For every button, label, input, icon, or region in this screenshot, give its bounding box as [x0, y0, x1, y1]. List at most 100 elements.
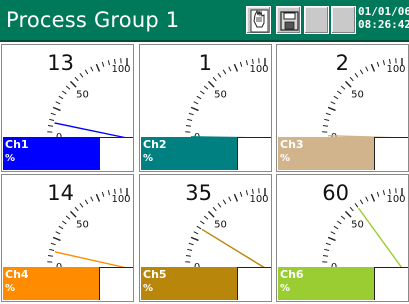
- scale-label-100: 100: [249, 64, 268, 75]
- save-icon: [280, 11, 299, 31]
- gauge-tick: [327, 236, 336, 242]
- gauge-tick: [185, 124, 192, 127]
- gauge-tick: [61, 220, 67, 225]
- scale-label-50: 50: [214, 219, 227, 230]
- channel-panel-ch4[interactable]: 05010014Ch4%: [1, 174, 134, 302]
- channel-name: Ch3: [280, 138, 304, 151]
- gauge-tick: [188, 112, 194, 116]
- scale-label-50: 50: [351, 219, 364, 230]
- gauge-needle: [357, 207, 403, 269]
- gauge-tick: [107, 190, 110, 196]
- gauge-tick: [95, 63, 101, 72]
- gauge-tick: [354, 202, 359, 208]
- gauge-tick: [47, 254, 54, 257]
- channel-panel-ch5[interactable]: 05010035Ch5%: [139, 174, 272, 302]
- channel-unit: %: [280, 153, 291, 164]
- gauge-tick: [193, 231, 199, 235]
- gauge-tick: [222, 199, 227, 205]
- channel-label-block: Ch4%: [3, 267, 99, 300]
- channel-unit: %: [280, 283, 291, 294]
- gauge-tick: [330, 101, 336, 105]
- function-button-2[interactable]: [331, 6, 356, 34]
- gauge-tick: [222, 69, 227, 75]
- gauge-tick: [74, 76, 79, 82]
- scale-label-50: 50: [214, 89, 227, 100]
- gauge-tick: [333, 95, 339, 100]
- channel-panel-ch6[interactable]: 05010060Ch6%: [276, 174, 409, 302]
- gauge-tick: [65, 85, 71, 90]
- gauge-tick: [228, 196, 232, 202]
- gauge-tick: [239, 61, 243, 67]
- gauge-tick: [233, 63, 239, 72]
- channel-unit: %: [143, 153, 154, 164]
- gauge-tick: [359, 69, 364, 75]
- gauge-tick: [50, 242, 56, 246]
- gauge-tick: [69, 210, 77, 218]
- gauge-tick: [52, 236, 61, 242]
- channel-panel-ch2[interactable]: 0501001Ch2%: [139, 44, 272, 172]
- channel-value: 1: [198, 51, 212, 75]
- channel-bargraph: [237, 137, 271, 170]
- channel-bargraph: [99, 267, 133, 300]
- scale-label-100: 100: [111, 64, 130, 75]
- channel-label-block: Ch6%: [278, 267, 374, 300]
- gauge-tick: [196, 95, 202, 100]
- gauge-tick: [190, 106, 199, 112]
- gauge-tick: [61, 90, 67, 95]
- gauge-tick: [50, 112, 56, 116]
- gauge-tick: [58, 225, 64, 230]
- gauge-tick: [245, 190, 248, 196]
- gauge-tick: [322, 254, 329, 257]
- channel-name: Ch5: [143, 268, 167, 281]
- time-text: 08:26:42: [358, 18, 409, 31]
- gauge-tick: [84, 199, 89, 205]
- gauge-tick: [336, 220, 342, 225]
- scale-label-100: 100: [386, 194, 405, 205]
- channel-panel-ch3[interactable]: 0501002Ch3%: [276, 44, 409, 172]
- channel-panel-ch1[interactable]: 05010013Ch1%: [1, 44, 134, 172]
- gauge-tick: [239, 191, 243, 197]
- gauge-tick: [52, 106, 61, 112]
- channel-value: 14: [47, 181, 74, 205]
- gauge-tick: [325, 112, 331, 116]
- gauge-tick: [69, 80, 77, 88]
- gauge-tick: [203, 85, 209, 90]
- date-time-display: 01/01/06 08:26:42: [358, 5, 409, 31]
- gauge-tick: [340, 215, 346, 220]
- channel-name: Ch6: [280, 268, 304, 281]
- channel-label-block: Ch1%: [3, 137, 99, 170]
- title-bar: Process Group 1 01/01/06 08:26:42: [0, 0, 409, 42]
- gauge-tick: [207, 210, 215, 218]
- channel-bargraph: [374, 137, 408, 170]
- gauge-tick: [199, 220, 205, 225]
- touch-mode-button[interactable]: [246, 6, 271, 34]
- channel-bargraph: [99, 137, 133, 170]
- gauge-needle: [201, 228, 266, 269]
- page-title: Process Group 1: [6, 8, 180, 32]
- scale-label-100: 100: [249, 194, 268, 205]
- gauge-tick: [344, 80, 352, 88]
- gauge-tick: [228, 66, 232, 72]
- gauge-tick: [217, 72, 222, 78]
- gauge-tick: [84, 69, 89, 75]
- save-button[interactable]: [276, 6, 301, 34]
- gauge-tick: [95, 193, 101, 202]
- function-button-1[interactable]: [304, 6, 329, 34]
- gauge-tick: [336, 90, 342, 95]
- gauge-tick: [55, 101, 61, 105]
- gauge-tick: [196, 225, 202, 230]
- gauge-tick: [65, 215, 71, 220]
- gauge-needle: [54, 122, 128, 139]
- gauge-tick: [107, 60, 110, 66]
- gauge-tick: [79, 72, 84, 78]
- gauge-tick: [370, 193, 376, 202]
- scale-label-100: 100: [386, 64, 405, 75]
- channel-value: 13: [47, 51, 74, 75]
- gauge-tick: [188, 242, 194, 246]
- gauge-tick: [324, 118, 330, 121]
- channel-value: 60: [322, 181, 349, 205]
- gauge-tick: [203, 215, 209, 220]
- gauge-tick: [217, 202, 222, 208]
- gauge-tick: [58, 95, 64, 100]
- gauge-tick: [74, 206, 79, 212]
